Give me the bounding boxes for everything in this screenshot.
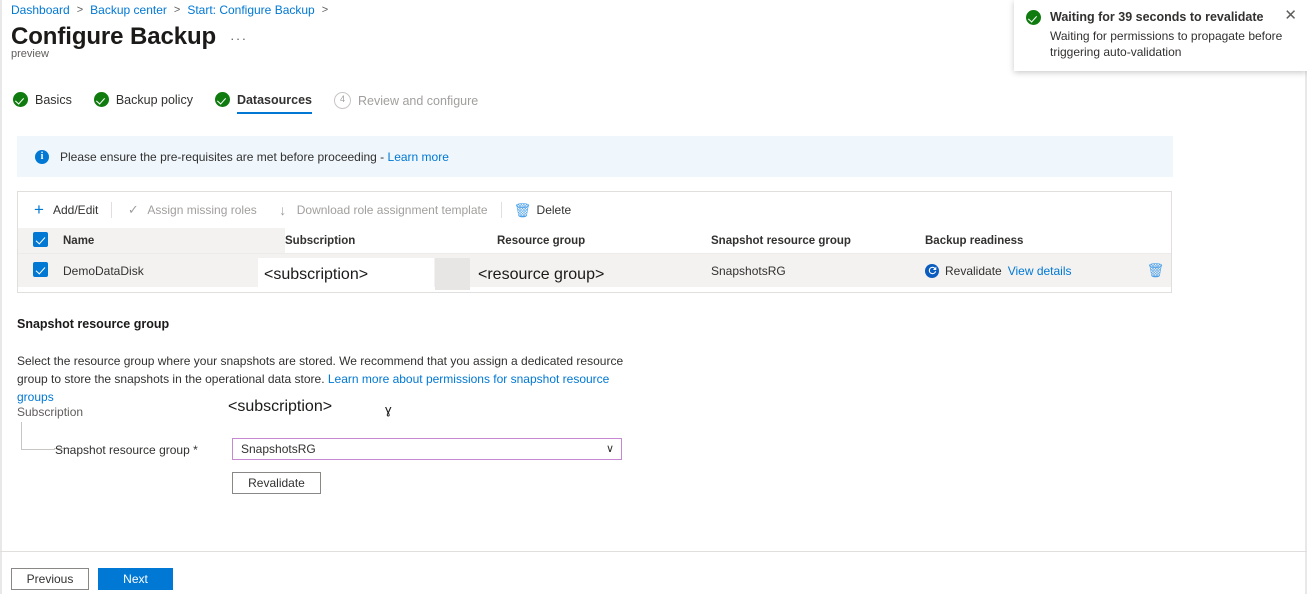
- breadcrumb-separator: >: [77, 4, 83, 16]
- step-number-icon: 4: [334, 92, 351, 109]
- breadcrumb-separator: >: [322, 4, 328, 16]
- chevron-down-icon: ∨: [606, 444, 614, 455]
- refresh-glyph: [927, 265, 938, 276]
- wizard-step-label: Backup policy: [116, 93, 193, 107]
- breadcrumb-item-backup-center[interactable]: Backup center: [90, 3, 167, 17]
- more-options-icon[interactable]: ···: [230, 31, 248, 46]
- column-header-backup-readiness[interactable]: Backup readiness: [925, 228, 1140, 254]
- column-header-resource-group[interactable]: Resource group: [497, 228, 711, 254]
- revalidate-icon: [925, 264, 939, 278]
- cell-subscription-value: <subscription>: [264, 266, 368, 284]
- page-left-edge: [0, 0, 2, 594]
- column-header-subscription[interactable]: Subscription: [285, 228, 497, 254]
- snapshot-resource-group-field-label: Snapshot resource group *: [55, 443, 198, 457]
- download-arrow-icon: ↓: [275, 202, 291, 218]
- subscription-field-label: Subscription: [17, 405, 83, 419]
- cell-resource-group-value: <resource group>: [478, 266, 604, 284]
- table-command-bar: + Add/Edit ✓ Assign missing roles ↓ Down…: [18, 192, 1171, 228]
- column-header-actions: [1140, 228, 1171, 254]
- row-select-cell: [18, 254, 63, 288]
- page-title: Configure Backup: [11, 23, 216, 51]
- snapshot-resource-group-selected-value: SnapshotsRG: [241, 442, 316, 456]
- toolbar-divider: [111, 202, 112, 218]
- wizard-step-review-and-configure[interactable]: 4 Review and configure: [334, 92, 478, 116]
- download-role-assignment-template-button[interactable]: ↓ Download role assignment template: [275, 202, 488, 218]
- column-header-name[interactable]: Name: [63, 228, 285, 254]
- wizard-footer: Previous Next: [11, 568, 173, 590]
- info-icon: i: [35, 150, 49, 164]
- assign-missing-roles-button[interactable]: ✓ Assign missing roles: [125, 202, 256, 218]
- info-banner-text: Please ensure the pre-requisites are met…: [60, 150, 449, 164]
- close-icon[interactable]: ✕: [1284, 9, 1297, 23]
- toast-body: Waiting for permissions to propagate bef…: [1050, 28, 1300, 60]
- wizard-step-label: Review and configure: [358, 94, 478, 108]
- toolbar-divider: [501, 202, 502, 218]
- learn-more-link[interactable]: Learn more: [388, 150, 449, 164]
- breadcrumb-separator: >: [174, 4, 180, 16]
- table-header-row: Name Subscription Resource group Snapsho…: [18, 228, 1171, 254]
- view-details-link[interactable]: View details: [1008, 264, 1072, 278]
- trash-icon: 🗑: [515, 202, 531, 218]
- column-header-snapshot-resource-group[interactable]: Snapshot resource group: [711, 228, 925, 254]
- add-edit-button[interactable]: + Add/Edit: [31, 202, 98, 218]
- configure-backup-page: Dashboard > Backup center > Start: Confi…: [0, 0, 1307, 594]
- row-checkbox[interactable]: [33, 262, 48, 277]
- notification-toast: Waiting for 39 seconds to revalidate ✕ W…: [1014, 0, 1307, 71]
- delete-button[interactable]: 🗑 Delete: [515, 202, 572, 218]
- resource-group-redaction-box: [435, 258, 470, 290]
- add-edit-label: Add/Edit: [53, 203, 98, 217]
- preview-label: preview: [11, 48, 49, 60]
- cell-name: DemoDataDisk: [63, 254, 285, 288]
- cell-snapshot-resource-group: SnapshotsRG: [711, 254, 925, 288]
- wizard-steps: Basics Backup policy Datasources 4 Revie…: [13, 92, 500, 122]
- breadcrumb-item-dashboard[interactable]: Dashboard: [11, 3, 70, 17]
- select-all-checkbox[interactable]: [33, 232, 48, 247]
- wizard-step-basics[interactable]: Basics: [13, 92, 72, 114]
- snapshot-resource-group-dropdown[interactable]: SnapshotsRG ∨: [232, 438, 622, 460]
- stray-glyph: ɣ: [385, 402, 392, 417]
- readiness-status-label: Revalidate: [945, 264, 1002, 278]
- check-circle-icon: [13, 92, 28, 107]
- checkmark-icon: ✓: [125, 202, 141, 218]
- plus-icon: +: [31, 202, 47, 218]
- tree-connector-line: [21, 422, 55, 450]
- check-circle-icon: [215, 92, 230, 107]
- subscription-field-value: <subscription>: [228, 398, 332, 416]
- cell-backup-readiness: Revalidate View details: [925, 254, 1140, 288]
- select-all-header: [18, 228, 63, 254]
- info-banner-message: Please ensure the pre-requisites are met…: [60, 150, 388, 164]
- section-title: Snapshot resource group: [17, 317, 169, 331]
- wizard-step-backup-policy[interactable]: Backup policy: [94, 92, 193, 114]
- assign-missing-roles-label: Assign missing roles: [147, 203, 256, 217]
- revalidate-button[interactable]: Revalidate: [232, 472, 321, 494]
- toast-title: Waiting for 39 seconds to revalidate: [1050, 9, 1278, 25]
- delete-label: Delete: [537, 203, 572, 217]
- prerequisites-info-banner: i Please ensure the pre-requisites are m…: [17, 136, 1173, 177]
- download-template-label: Download role assignment template: [297, 203, 488, 217]
- row-delete-icon[interactable]: 🗑: [1147, 262, 1165, 278]
- wizard-step-label: Basics: [35, 93, 72, 107]
- previous-button[interactable]: Previous: [11, 568, 89, 590]
- toast-header: Waiting for 39 seconds to revalidate ✕: [1026, 9, 1297, 25]
- check-circle-icon: [94, 92, 109, 107]
- success-check-icon: [1026, 10, 1041, 25]
- footer-divider: [0, 551, 1307, 552]
- next-button[interactable]: Next: [98, 568, 173, 590]
- page-header: Configure Backup ···: [11, 23, 248, 51]
- readiness-status: Revalidate View details: [925, 264, 1140, 278]
- wizard-step-label: Datasources: [237, 93, 312, 107]
- row-delete-cell: 🗑: [1140, 254, 1171, 288]
- breadcrumb-item-start-configure-backup[interactable]: Start: Configure Backup: [187, 3, 314, 17]
- breadcrumb: Dashboard > Backup center > Start: Confi…: [11, 0, 335, 19]
- wizard-step-datasources[interactable]: Datasources: [215, 92, 312, 114]
